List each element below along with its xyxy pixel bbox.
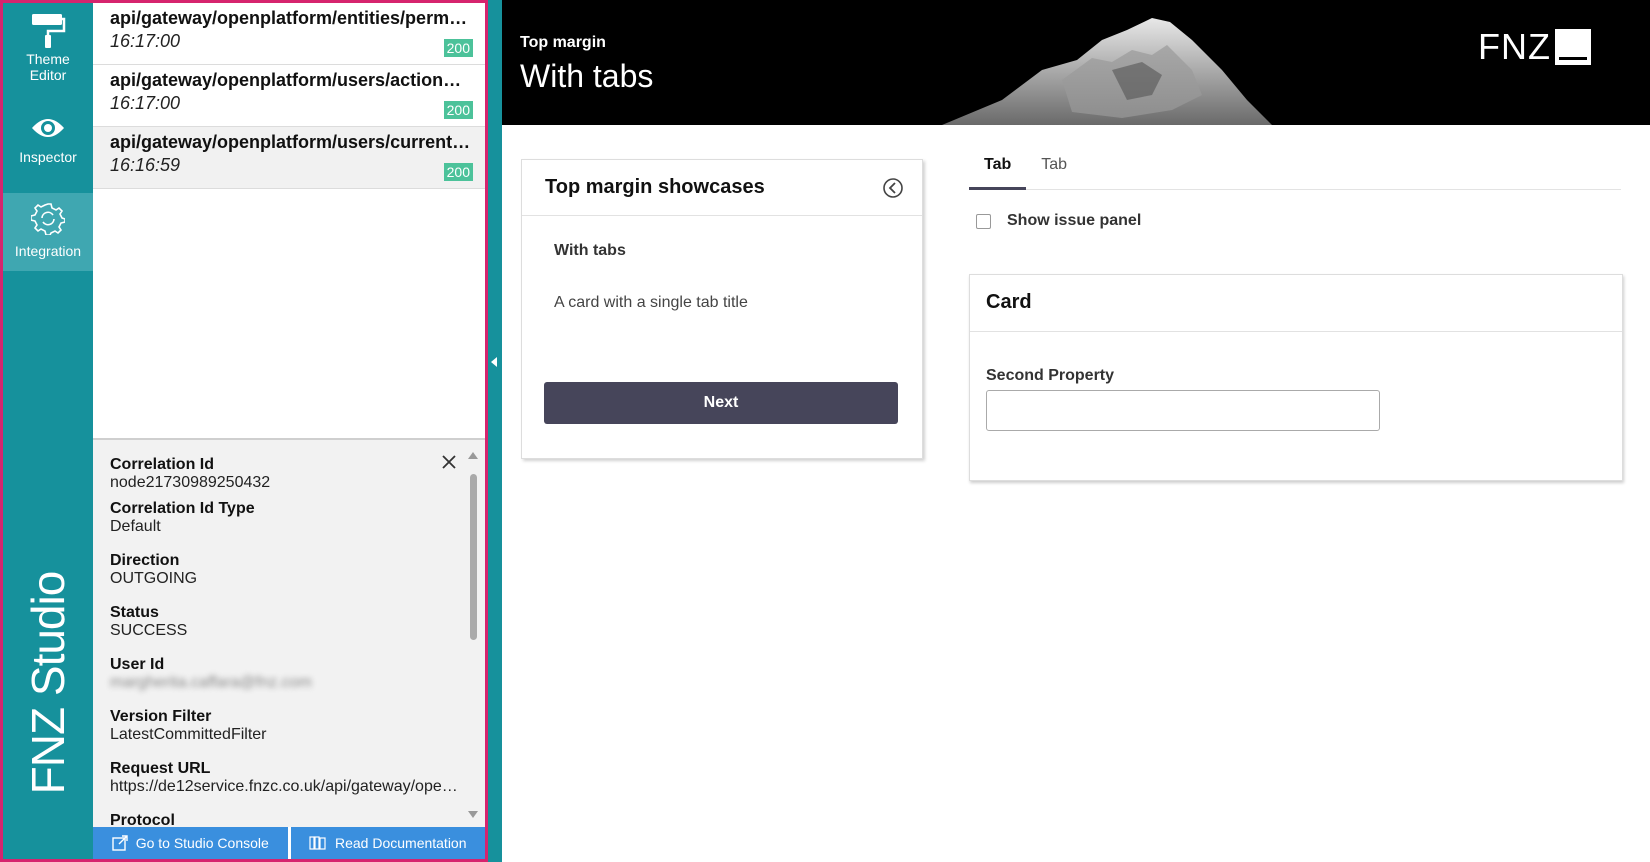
request-item[interactable]: api/gateway/openplatform/users/actionper… <box>93 65 485 127</box>
detail-value: node21730989250432 <box>110 474 271 491</box>
detail-label: User Id <box>110 656 165 673</box>
hero-banner: Top margin With tabs FNZ <box>502 0 1650 125</box>
detail-value-redacted: margherita.caffara@fnz.com <box>110 674 312 691</box>
books-icon <box>309 836 326 850</box>
external-link-icon <box>112 835 128 851</box>
detail-version-filter: Version Filter LatestCommittedFilter <box>93 708 460 744</box>
tab-second[interactable]: Tab <box>1026 154 1082 190</box>
showcase-step: With tabs <box>554 242 626 259</box>
request-item[interactable]: api/gateway/openplatform/entities/permis… <box>93 3 485 65</box>
request-url: api/gateway/openplatform/users/actionper… <box>110 70 472 90</box>
read-documentation-label: Read Documentation <box>334 835 467 851</box>
request-url: api/gateway/openplatform/entities/permis… <box>110 8 472 28</box>
show-issue-panel-toggle[interactable]: Show issue panel <box>976 212 1141 230</box>
detail-value: LatestCommittedFilter <box>110 726 267 743</box>
gear-sync-icon <box>31 203 65 235</box>
rail-inspector-label: Inspector <box>19 149 77 165</box>
request-time: 16:17:00 <box>110 93 181 113</box>
fnz-logo-box <box>1554 29 1591 65</box>
status-badge: 200 <box>443 39 473 57</box>
request-time: 16:17:00 <box>110 31 181 51</box>
scroll-down-icon[interactable] <box>467 810 479 820</box>
request-details: Correlation Id node21730989250432 Correl… <box>93 438 485 827</box>
detail-correlation-id: Correlation Id node21730989250432 <box>93 456 460 492</box>
detail-user-id: User Id margherita.caffara@fnz.com <box>93 656 460 692</box>
brand-fnz: FNZ <box>22 707 74 795</box>
second-property-input[interactable] <box>986 390 1380 431</box>
request-time: 16:16:59 <box>110 155 181 175</box>
detail-protocol: Protocol <box>93 812 460 827</box>
detail-correlation-id-type: Correlation Id Type Default <box>93 500 460 536</box>
hero-subtitle: Top margin <box>520 34 606 51</box>
eye-icon <box>32 119 64 137</box>
paint-roller-icon <box>32 14 66 48</box>
go-to-console-button[interactable]: Go to Studio Console <box>93 827 288 859</box>
detail-label: Correlation Id <box>110 456 215 473</box>
showcase-card: Top margin showcases With tabs A card wi… <box>521 159 923 459</box>
rail-inspector[interactable]: Inspector <box>3 113 93 185</box>
tab-bar: Tab Tab <box>969 154 1621 190</box>
detail-label: Request URL <box>110 760 211 777</box>
showcase-description: A card with a single tab title <box>554 294 748 311</box>
studio-rail: Theme Editor Inspector Integration FNZ S… <box>3 3 93 859</box>
second-property-label: Second Property <box>986 367 1115 384</box>
rail-theme-editor[interactable]: Theme Editor <box>3 11 93 101</box>
showcase-title: Top margin showcases <box>545 176 765 198</box>
fnz-logo-text: FNZ <box>1478 26 1551 67</box>
rail-integration-label: Integration <box>14 243 82 259</box>
detail-value: Default <box>110 518 161 535</box>
detail-label: Direction <box>110 552 180 569</box>
page-title: With tabs <box>520 58 654 94</box>
detail-label: Version Filter <box>110 708 212 725</box>
detail-request-url: Request URL https://de12service.fnzc.co.… <box>93 760 460 796</box>
rail-integration[interactable]: Integration <box>3 193 93 271</box>
detail-value: SUCCESS <box>110 622 188 639</box>
brand-studio: Studio <box>22 571 74 697</box>
detail-value: https://de12service.fnzc.co.uk/api/gatew… <box>110 778 460 795</box>
status-badge: 200 <box>443 163 473 181</box>
scroll-up-icon[interactable] <box>467 450 479 460</box>
card-title: Card <box>970 275 1622 332</box>
studio-brand-logo: FNZ Studio <box>21 572 75 795</box>
request-url: api/gateway/openplatform/users/current -… <box>110 132 472 152</box>
card: Card Second Property <box>969 274 1623 481</box>
showcase-header: Top margin showcases <box>522 160 922 216</box>
detail-status: Status SUCCESS <box>93 604 460 640</box>
detail-label: Protocol <box>110 812 175 827</box>
status-badge: 200 <box>443 101 473 119</box>
tab-first[interactable]: Tab <box>969 154 1027 190</box>
details-scrollbar[interactable] <box>467 450 479 820</box>
detail-label: Correlation Id Type <box>110 500 255 517</box>
studio-panel: Theme Editor Inspector Integration FNZ S… <box>0 0 488 862</box>
go-to-console-label: Go to Studio Console <box>135 835 269 851</box>
next-button[interactable]: Next <box>544 382 898 424</box>
detail-label: Status <box>110 604 159 621</box>
chevron-left-circle-icon[interactable] <box>882 177 904 199</box>
fnz-logo: FNZ <box>1478 26 1591 68</box>
request-list: api/gateway/openplatform/entities/permis… <box>93 3 485 437</box>
collapse-arrow-icon[interactable] <box>491 357 497 367</box>
detail-value: OUTGOING <box>110 570 198 587</box>
studio-footer: Go to Studio Console Read Documentation <box>93 827 485 859</box>
rail-theme-editor-label: Theme Editor <box>26 51 70 83</box>
studio-collapse-strip[interactable] <box>488 0 502 862</box>
show-issue-panel-checkbox[interactable] <box>976 213 991 229</box>
show-issue-panel-label: Show issue panel <box>1007 212 1142 229</box>
detail-direction: Direction OUTGOING <box>93 552 460 588</box>
request-item-selected[interactable]: api/gateway/openplatform/users/current -… <box>93 127 485 189</box>
scroll-thumb[interactable] <box>470 474 477 640</box>
read-documentation-button[interactable]: Read Documentation <box>290 827 485 859</box>
